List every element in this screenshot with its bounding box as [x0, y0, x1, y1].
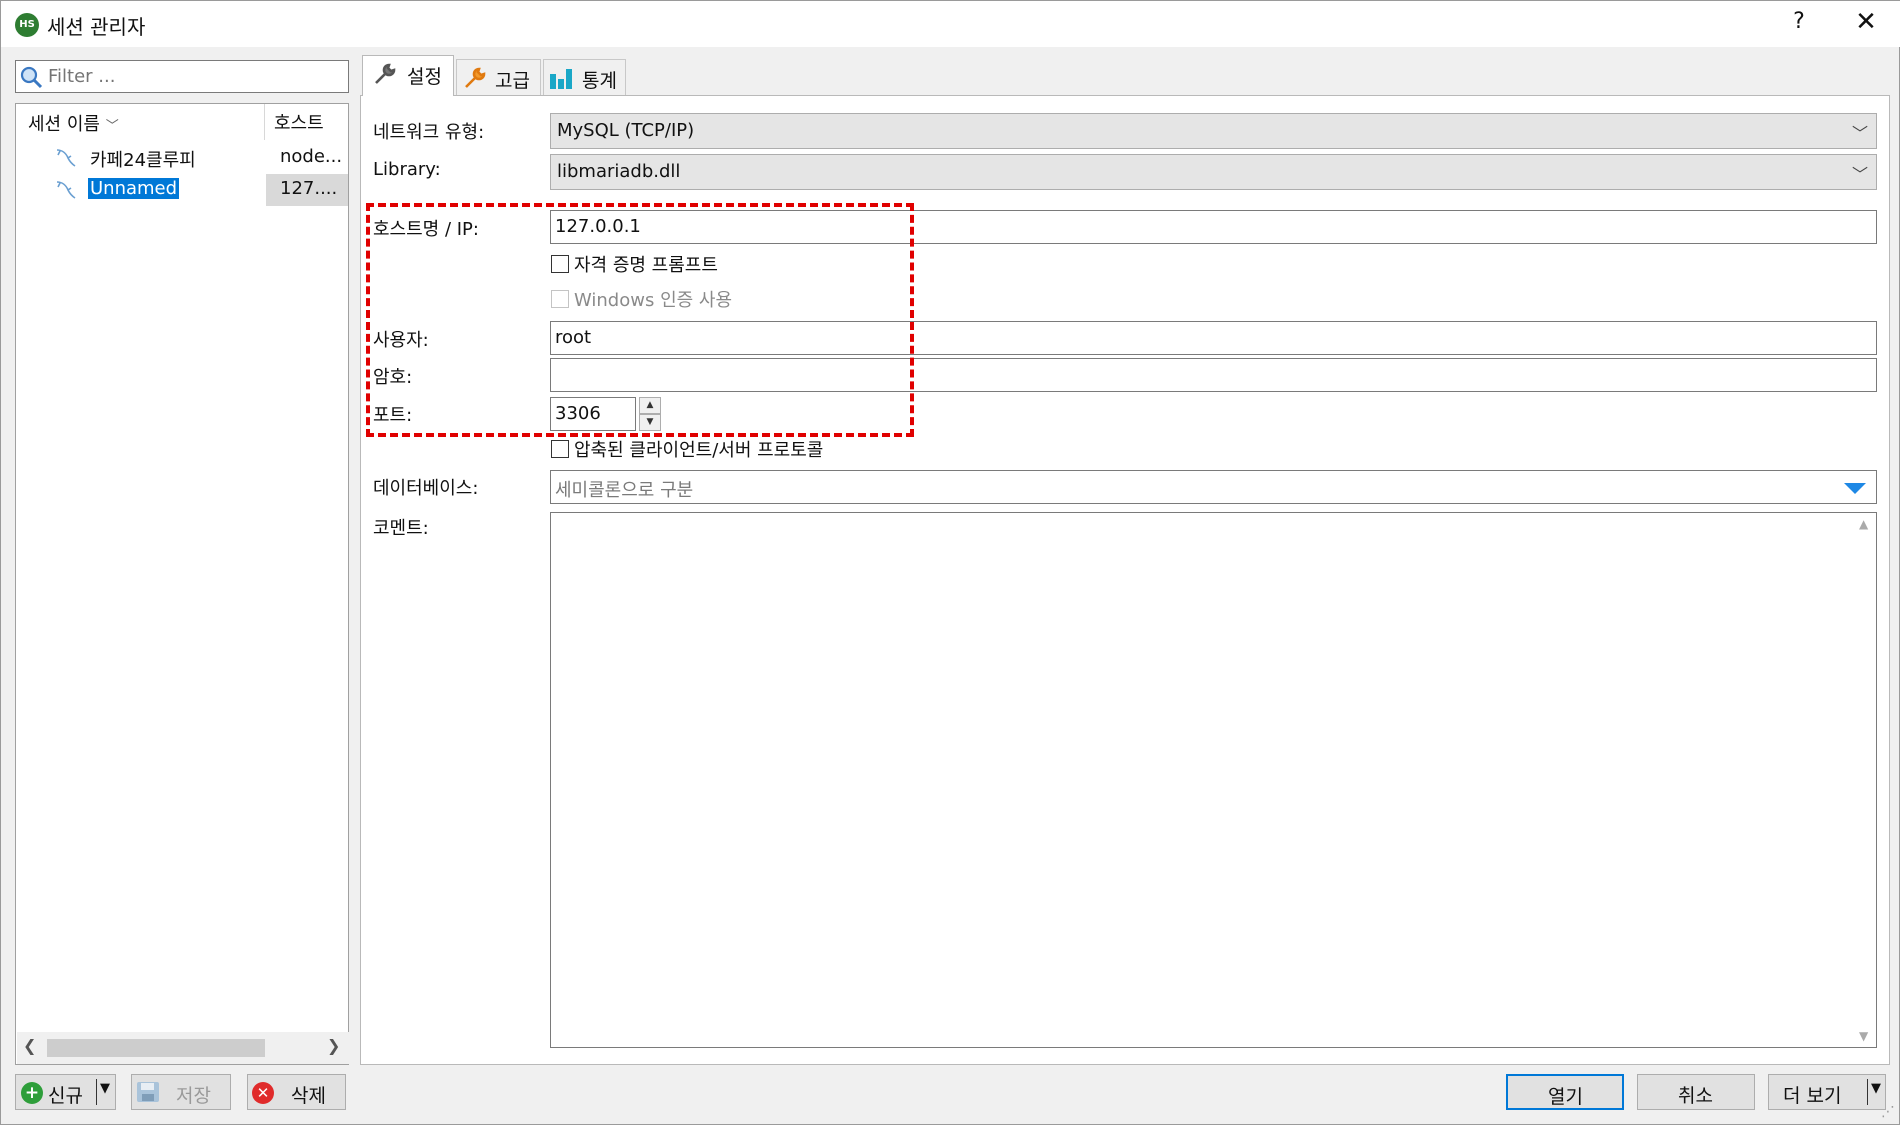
delete-session-button[interactable]: ✕ 삭제 [247, 1074, 346, 1110]
user-input[interactable]: root [550, 321, 1877, 355]
session-manager-window: HS 세션 관리자 ? ✕ 세션 이름 ﹀ 호스트 카페24클루피 node..… [0, 0, 1900, 1125]
network-type-label: 네트워크 유형: [373, 122, 485, 143]
port-decrement-button[interactable]: ▼ [639, 414, 661, 431]
scroll-up-icon[interactable]: ▲ [1859, 517, 1868, 531]
session-row[interactable]: 카페24클루피 node... [16, 142, 348, 174]
help-button[interactable]: ? [1787, 9, 1811, 34]
bar-chart-icon [550, 69, 572, 89]
port-increment-button[interactable]: ▲ [639, 397, 661, 414]
wrench-icon [375, 63, 396, 84]
tab-settings[interactable]: 설정 [362, 55, 454, 96]
settings-panel: 네트워크 유형: MySQL (TCP/IP) ﹀ Library: libma… [360, 95, 1890, 1065]
search-icon [20, 66, 43, 89]
password-input[interactable] [550, 358, 1877, 392]
password-label: 암호: [373, 367, 413, 388]
scroll-right-icon[interactable]: ❯ [327, 1036, 340, 1055]
tree-header: 세션 이름 ﹀ 호스트 [16, 104, 348, 140]
more-button[interactable]: 더 보기 ▼ [1768, 1074, 1886, 1110]
user-label: 사용자: [373, 330, 429, 351]
library-select[interactable]: libmariadb.dll ﹀ [550, 154, 1877, 190]
horizontal-scrollbar[interactable]: ❮ ❯ [17, 1032, 349, 1064]
scroll-down-icon[interactable]: ▼ [1859, 1029, 1868, 1043]
new-session-button[interactable]: + 신규 ▼ [15, 1074, 116, 1110]
port-input[interactable]: 3306 [550, 397, 636, 431]
dropdown-arrow-icon[interactable]: ▼ [1871, 1081, 1881, 1096]
dropdown-triangle-icon[interactable] [1844, 483, 1866, 494]
orange-wrench-icon [465, 67, 486, 88]
heidisql-app-icon: HS [15, 13, 39, 37]
database-select[interactable]: 세미콜론으로 구분 [550, 470, 1877, 504]
mysql-dolphin-icon [56, 149, 76, 167]
session-filter[interactable] [15, 60, 349, 93]
comment-label: 코멘트: [373, 518, 429, 539]
plus-icon: + [21, 1082, 43, 1104]
session-row-selected[interactable]: Unnamed 127.... [16, 174, 348, 206]
hostname-label: 호스트명 / IP: [373, 219, 479, 240]
scroll-left-icon[interactable]: ❮ [23, 1036, 36, 1055]
compressed-protocol-label[interactable]: 압축된 클라이언트/서버 프로토콜 [574, 436, 823, 462]
tab-statistics[interactable]: 통계 [543, 59, 626, 95]
port-label: 포트: [373, 405, 413, 426]
open-button[interactable]: 열기 [1506, 1074, 1624, 1110]
column-separator[interactable] [264, 104, 265, 140]
comment-textarea[interactable]: ▲ ▼ [550, 512, 1877, 1048]
mysql-dolphin-icon [56, 181, 76, 199]
column-header-host[interactable]: 호스트 [274, 109, 324, 135]
library-label: Library: [373, 159, 441, 180]
session-host: 127.... [266, 174, 348, 206]
x-delete-icon: ✕ [252, 1082, 274, 1104]
column-header-session-name[interactable]: 세션 이름 ﹀ [28, 110, 119, 136]
floppy-disk-icon [137, 1082, 159, 1102]
dropdown-arrow-icon[interactable]: ▼ [100, 1081, 110, 1096]
windows-auth-label[interactable]: Windows 인증 사용 [574, 286, 732, 312]
vertical-scrollbar[interactable]: ▲ ▼ [1854, 513, 1876, 1047]
network-type-select[interactable]: MySQL (TCP/IP) ﹀ [550, 113, 1877, 149]
close-button[interactable]: ✕ [1851, 7, 1881, 37]
filter-input[interactable] [46, 64, 342, 89]
save-session-button[interactable]: 저장 [131, 1074, 231, 1110]
scrollbar-thumb[interactable] [47, 1039, 265, 1057]
chevron-down-icon: ﹀ [1851, 165, 1868, 184]
title-bar: HS 세션 관리자 ? ✕ [1, 1, 1900, 47]
session-name: 카페24클루피 [90, 150, 196, 171]
hostname-input[interactable]: 127.0.0.1 [550, 210, 1877, 244]
prompt-credentials-checkbox[interactable] [551, 255, 569, 273]
compressed-protocol-checkbox[interactable] [551, 440, 569, 458]
cancel-button[interactable]: 취소 [1637, 1074, 1755, 1110]
window-title: 세션 관리자 [47, 15, 146, 39]
tab-advanced[interactable]: 고급 [456, 59, 541, 95]
windows-auth-checkbox[interactable] [551, 290, 569, 308]
session-tree[interactable]: 세션 이름 ﹀ 호스트 카페24클루피 node... Unnamed 127.… [15, 103, 349, 1065]
chevron-down-icon: ﹀ [1851, 124, 1868, 143]
resize-grip-icon[interactable]: ⋰ [1881, 1104, 1895, 1120]
prompt-credentials-label[interactable]: 자격 증명 프롬프트 [574, 251, 718, 277]
chevron-down-icon: ﹀ [105, 119, 119, 134]
session-name: Unnamed [88, 178, 180, 199]
session-host: node... [280, 146, 343, 167]
database-label: 데이터베이스: [373, 478, 479, 499]
